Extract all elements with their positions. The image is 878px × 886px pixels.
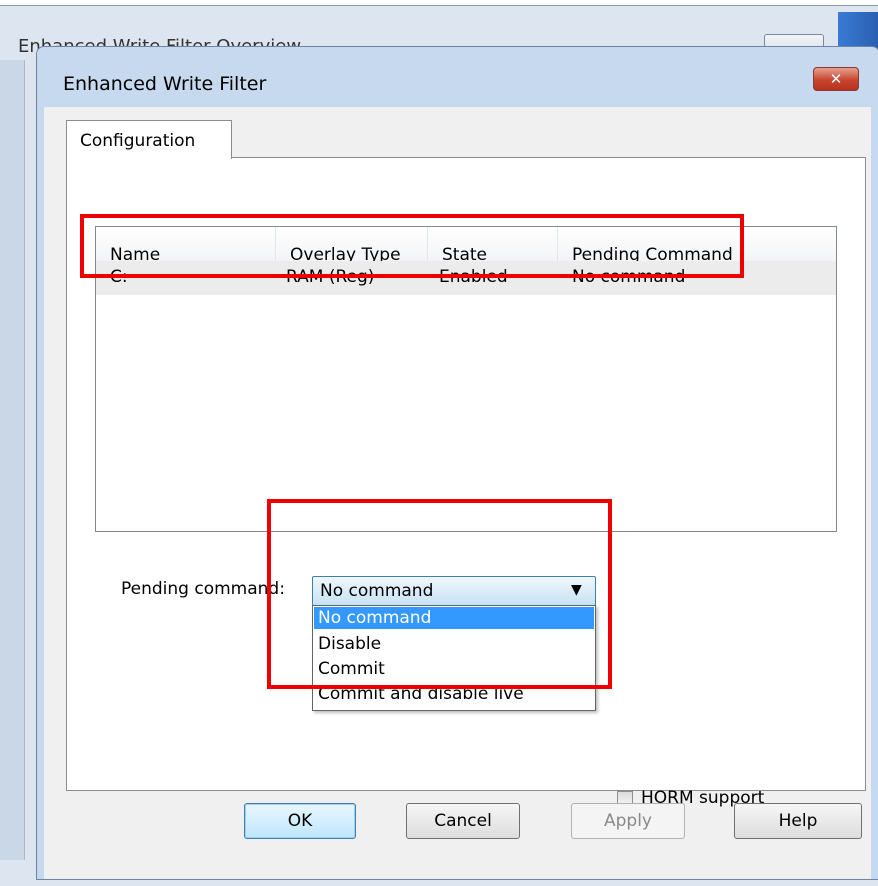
close-button[interactable]: ✕: [813, 67, 859, 91]
apply-button[interactable]: Apply: [571, 803, 685, 839]
cell-overlay-type: RAM (Reg): [286, 267, 375, 287]
pending-command-label: Pending command:: [121, 579, 285, 599]
pending-command-dropdown: No command Disable Commit Commit and dis…: [312, 605, 596, 711]
configuration-panel: Name Overlay Type State Pending Command …: [66, 157, 866, 808]
dropdown-option-no-command[interactable]: No command: [314, 607, 594, 629]
background-left-panel: [0, 60, 25, 860]
dialog-title: Enhanced Write Filter: [63, 73, 267, 95]
chevron-down-icon[interactable]: ▼: [571, 582, 582, 598]
close-icon: ✕: [829, 70, 843, 88]
column-header-name[interactable]: Name: [96, 227, 276, 261]
ok-button[interactable]: OK: [244, 803, 356, 839]
ewf-dialog: Enhanced Write Filter ✕ Configuration Na…: [36, 46, 878, 880]
table-row[interactable]: C: RAM (Reg) Enabled No command: [96, 261, 836, 295]
dropdown-option-commit[interactable]: Commit: [314, 658, 594, 680]
column-header-overlay-type[interactable]: Overlay Type: [276, 227, 428, 261]
dialog-client-area: Configuration Name Overlay Type State Pe…: [44, 107, 871, 879]
cell-name: C:: [110, 267, 128, 287]
pending-command-value: No command: [320, 581, 434, 601]
cancel-button[interactable]: Cancel: [406, 803, 520, 839]
column-header-pending-command[interactable]: Pending Command: [558, 227, 836, 261]
tab-configuration[interactable]: Configuration: [66, 120, 232, 159]
volume-list[interactable]: Name Overlay Type State Pending Command …: [95, 226, 837, 532]
list-header: Name Overlay Type State Pending Command: [96, 227, 836, 262]
dropdown-option-commit-and-disable-live[interactable]: Commit and disable live: [314, 683, 594, 705]
cell-pending-command: No command: [572, 267, 686, 287]
dropdown-option-disable[interactable]: Disable: [314, 633, 594, 655]
pending-command-select[interactable]: No command ▼: [312, 576, 596, 606]
tab-configuration-label: Configuration: [80, 131, 196, 151]
cell-state: Enabled: [439, 267, 508, 287]
column-header-state[interactable]: State: [428, 227, 558, 261]
help-button[interactable]: Help: [734, 803, 862, 839]
